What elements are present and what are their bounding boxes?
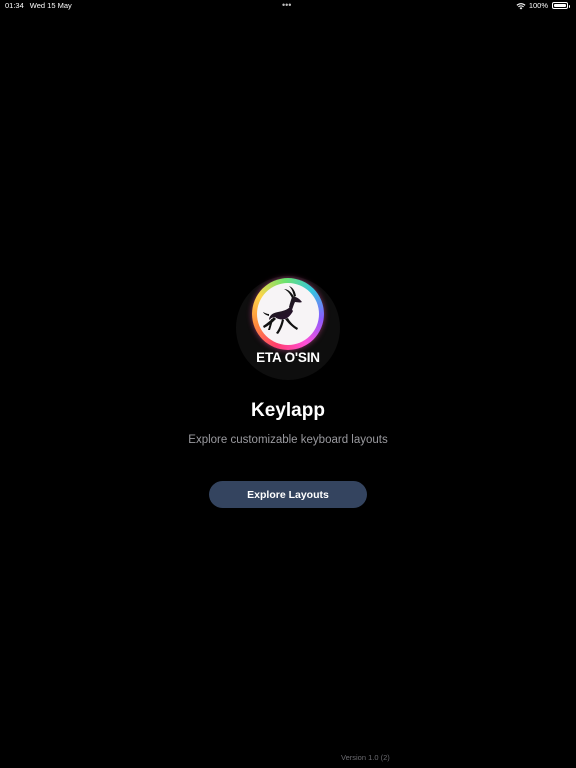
gazelle-logo-icon [263,286,302,334]
app-title: Keylapp [251,400,325,421]
app-logo: ETA O'SIN [236,276,340,380]
status-bar: 01:34 Wed 15 May ••• 100% [0,0,576,12]
app-screen: 01:34 Wed 15 May ••• 100% ETA O'SIN Keyl… [0,0,576,768]
status-date: Wed 15 May [29,1,72,10]
logo-wordmark: ETA O'SIN [256,350,320,365]
multitasking-dots[interactable]: ••• [282,0,291,10]
battery-icon [552,2,570,9]
explore-layouts-label: Explore Layouts [247,488,329,501]
logo-inner [257,283,319,345]
status-left: 01:34 Wed 15 May [5,1,72,10]
explore-layouts-button[interactable]: Explore Layouts [209,481,367,508]
app-subtitle: Explore customizable keyboard layouts [188,434,388,446]
status-time: 01:34 [5,1,24,10]
version-label: Version 1.0 (2) [341,753,390,762]
battery-percent: 100% [528,1,548,10]
wifi-icon [516,2,526,9]
logo-ring [252,278,324,350]
status-right: 100% [516,1,570,10]
